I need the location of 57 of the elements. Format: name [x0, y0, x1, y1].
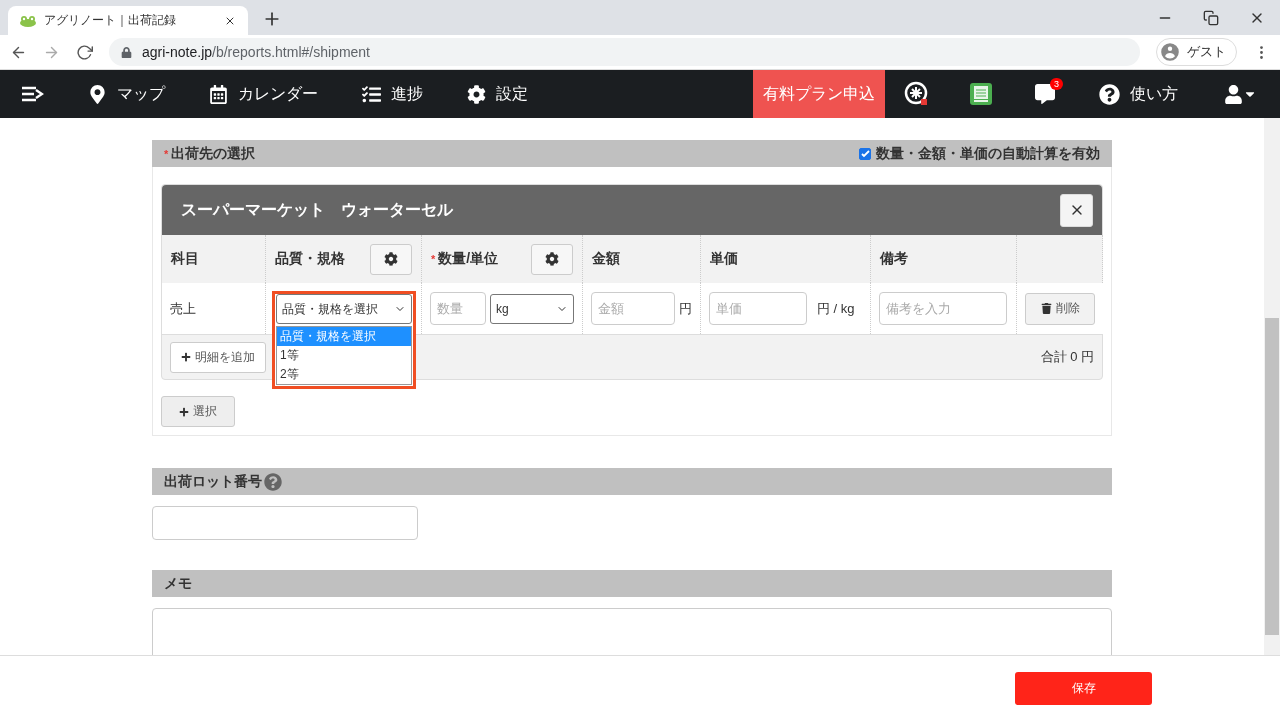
checkbox[interactable] [859, 147, 871, 160]
lock-icon [121, 46, 132, 58]
customer-name: スーパーマーケット ウォーターセル [181, 199, 453, 220]
unit-select[interactable]: kg [490, 293, 574, 324]
required-mark: * [164, 147, 169, 160]
settings-icon [467, 84, 486, 104]
checkbox-label: 数量・金額・単価の自動計算を有効 [876, 144, 1100, 163]
unit-label: 円 / kg [817, 299, 855, 318]
plus-icon [181, 352, 191, 362]
calendar-icon [209, 84, 228, 104]
help-icon [1099, 83, 1120, 105]
add-line-button[interactable]: 明細を追加 [170, 341, 266, 373]
browser-tab[interactable]: アグリノート｜出荷記録 [8, 6, 248, 35]
reload-icon[interactable] [76, 43, 93, 61]
address-bar[interactable]: agri-note.jp/b/reports.html#/shipment [109, 38, 1140, 66]
nav-item[interactable]: 進捗 [340, 83, 445, 105]
frog-icon [20, 14, 36, 27]
help-icon[interactable] [264, 472, 282, 491]
price-field[interactable]: 単価 [709, 292, 807, 325]
notification-badge: 3 [1050, 78, 1063, 90]
memo-field[interactable] [152, 608, 1112, 655]
nav-item[interactable]: マップ [66, 83, 187, 105]
avatar-icon [1159, 41, 1181, 63]
total-text: 合計 0 円 [1040, 348, 1094, 366]
nav-item[interactable]: 設定 [445, 83, 550, 105]
unit-label: 円 [679, 299, 692, 318]
rice-icon[interactable] [904, 81, 930, 107]
delete-button[interactable]: 削除 [1025, 292, 1095, 325]
settings-button[interactable] [531, 243, 573, 275]
tab-title: アグリノート｜出荷記録 [44, 12, 177, 29]
chat-icon[interactable] [1035, 84, 1055, 104]
scrollbar[interactable] [1264, 118, 1280, 655]
map-icon [88, 84, 107, 104]
menu-icon[interactable] [22, 86, 44, 102]
quantity-field[interactable]: 数量 [430, 292, 486, 325]
section-title: 出荷ロット番号 [164, 472, 262, 491]
section-title: メモ [164, 574, 192, 593]
note-field[interactable]: 備考を入力 [879, 292, 1007, 325]
plus-icon [179, 406, 189, 417]
settings-button[interactable] [370, 243, 412, 275]
progress-icon [362, 84, 381, 104]
lot-number-field[interactable] [152, 506, 418, 540]
quality-select[interactable]: 品質・規格を選択 [276, 294, 412, 324]
help-link[interactable]: 使い方 [1077, 83, 1200, 105]
amount-field[interactable]: 金額 [591, 292, 675, 325]
section-title: 出荷先の選択 [171, 144, 256, 163]
book-icon[interactable] [969, 82, 993, 106]
nav-item[interactable]: カレンダー [187, 83, 340, 105]
save-button[interactable]: 保存 [1015, 671, 1152, 705]
select-button[interactable]: 選択 [161, 396, 235, 427]
restore-icon[interactable] [1203, 9, 1219, 26]
close-button[interactable] [1060, 193, 1093, 227]
trash-icon [1040, 303, 1052, 314]
gear-icon [545, 252, 559, 266]
gear-icon [384, 252, 398, 266]
table-cell: 売上 [170, 299, 196, 318]
user-icon[interactable] [1223, 84, 1243, 104]
